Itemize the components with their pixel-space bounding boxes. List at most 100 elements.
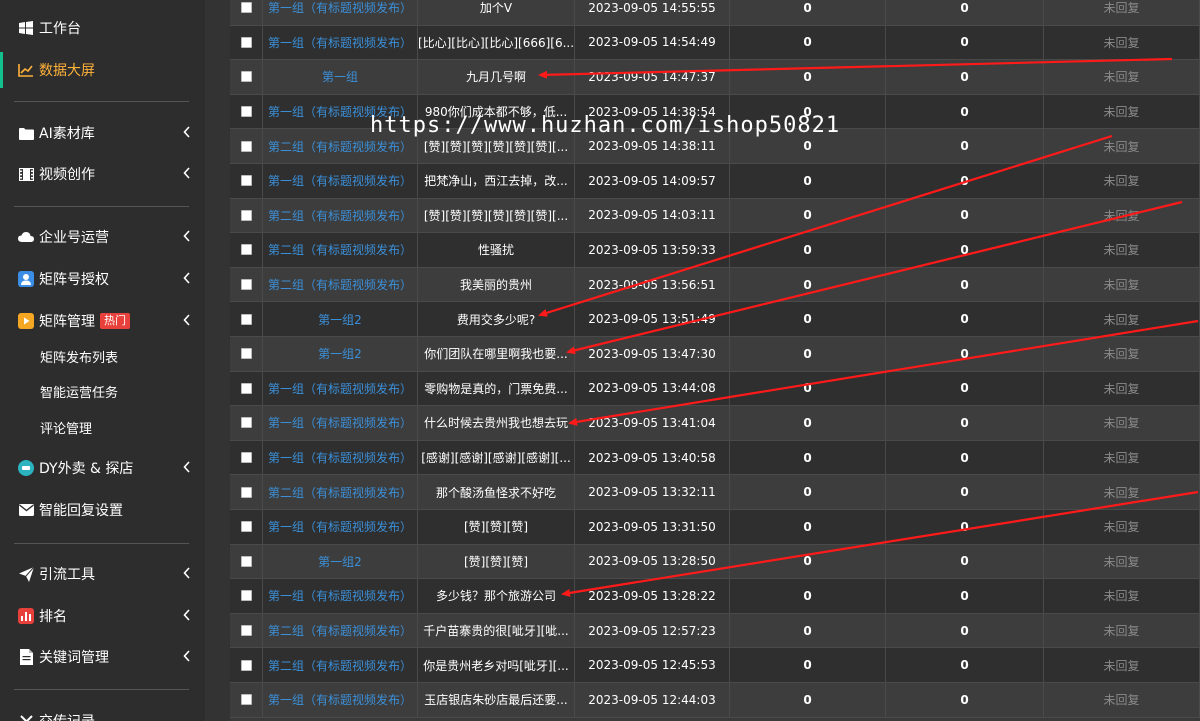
row-checkbox[interactable]: [240, 486, 252, 498]
row-checkbox[interactable]: [240, 694, 252, 706]
row-checkbox[interactable]: [240, 279, 252, 291]
nav-item-label: 企业号运营: [39, 230, 109, 246]
group-link[interactable]: 第一组（有标题视频发布）: [263, 94, 418, 130]
row-checkbox-cell: [230, 648, 263, 683]
comment-content: 性骚扰: [418, 233, 575, 268]
comment-time: 2023-09-05 13:28:22: [575, 579, 730, 614]
group-link[interactable]: 第二组（有标题视频发布）: [263, 233, 418, 268]
group-link[interactable]: 第一组2: [263, 544, 418, 580]
nav-item-label: 矩阵管理: [39, 314, 95, 330]
sub-item-matrix-publish-list[interactable]: 矩阵发布列表: [40, 349, 118, 369]
nav-item-data-screen[interactable]: 数据大屏: [0, 52, 205, 88]
row-checkbox[interactable]: [240, 140, 252, 152]
group-link[interactable]: 第一组（有标题视频发布）: [263, 164, 418, 199]
count-value: 0: [730, 0, 886, 26]
nav-item-upload-records[interactable]: 交传记录: [0, 703, 205, 721]
comment-content: 980你们成本都不够，低...: [418, 94, 575, 130]
group-link[interactable]: 第一组（有标题视频发布）: [263, 371, 418, 407]
sub-item-smart-ops-task[interactable]: 智能运营任务: [40, 384, 118, 404]
table-row: 第一组（有标题视频发布） [比心][比心][比心][666][6... 2023-0…: [230, 25, 1200, 61]
row-checkbox[interactable]: [240, 382, 252, 394]
count-value: 0: [886, 579, 1044, 614]
row-checkbox-cell: [230, 371, 263, 407]
row-checkbox[interactable]: [240, 209, 252, 221]
count-value: 0: [730, 613, 886, 649]
count-value: 0: [886, 302, 1044, 337]
row-checkbox[interactable]: [240, 659, 252, 671]
group-link[interactable]: 第一组2: [263, 302, 418, 337]
table-row: 第一组2 费用交多少呢? 2023-09-05 13:51:49 0 0 未回复: [230, 302, 1200, 337]
group-link[interactable]: 第一组（有标题视频发布）: [263, 579, 418, 614]
group-link[interactable]: 第一组（有标题视频发布）: [263, 683, 418, 718]
nav-item-keyword-manage[interactable]: 关键词管理: [0, 639, 205, 675]
count-value: 0: [730, 510, 886, 545]
group-link[interactable]: 第一组: [263, 60, 418, 95]
nav-item-ranking[interactable]: 排名: [0, 598, 205, 634]
sub-item-comment-manage[interactable]: 评论管理: [40, 420, 92, 440]
comment-content: 零购物是真的，门票免费...: [418, 371, 575, 407]
count-value: 0: [886, 613, 1044, 649]
group-link[interactable]: 第二组（有标题视频发布）: [263, 267, 418, 303]
nav-item-matrix-manage[interactable]: 矩阵管理 热门: [0, 303, 205, 339]
row-checkbox[interactable]: [240, 521, 252, 533]
nav-item-label: 排名: [39, 609, 67, 625]
table-row: 第二组（有标题视频发布） 那个酸汤鱼怪求不好吃 2023-09-05 13:32:1…: [230, 475, 1200, 510]
nav-item-matrix-auth[interactable]: 矩阵号授权: [0, 261, 205, 297]
chevron-left-icon: [183, 126, 190, 138]
chevron-left-icon: [183, 167, 190, 179]
divider: [14, 689, 189, 690]
group-link[interactable]: 第二组（有标题视频发布）: [263, 475, 418, 510]
row-checkbox[interactable]: [240, 555, 252, 567]
group-link[interactable]: 第一组（有标题视频发布）: [263, 510, 418, 545]
row-checkbox[interactable]: [240, 625, 252, 637]
group-link[interactable]: 第一组（有标题视频发布）: [263, 0, 418, 26]
nav-item-traffic-tools[interactable]: 引流工具: [0, 556, 205, 592]
group-link[interactable]: 第一组（有标题视频发布）: [263, 406, 418, 441]
group-link[interactable]: 第一组（有标题视频发布）: [263, 440, 418, 476]
group-link[interactable]: 第一组（有标题视频发布）: [263, 25, 418, 61]
row-checkbox[interactable]: [240, 417, 252, 429]
row-checkbox[interactable]: [240, 106, 252, 118]
group-link[interactable]: 第二组（有标题视频发布）: [263, 648, 418, 683]
row-checkbox[interactable]: [240, 244, 252, 256]
nav-item-smart-reply[interactable]: 智能回复设置: [0, 492, 205, 528]
row-checkbox[interactable]: [240, 313, 252, 325]
comment-time: 2023-09-05 13:31:50: [575, 510, 730, 545]
row-checkbox[interactable]: [240, 71, 252, 83]
count-value: 0: [730, 302, 886, 337]
row-checkbox-cell: [230, 613, 263, 649]
nav-item-video-creation[interactable]: 视频创作: [0, 156, 205, 192]
count-value: 0: [730, 337, 886, 372]
group-link[interactable]: 第二组（有标题视频发布）: [263, 198, 418, 234]
row-checkbox[interactable]: [240, 36, 252, 48]
chevron-left-icon: [183, 272, 190, 284]
film-icon: [18, 166, 34, 182]
nav-item-ai-library[interactable]: AI素材库: [0, 115, 205, 151]
group-link[interactable]: 第二组（有标题视频发布）: [263, 613, 418, 649]
count-value: 0: [730, 25, 886, 61]
row-checkbox-cell: [230, 60, 263, 95]
comment-content: [比心][比心][比心][666][6...: [418, 25, 575, 61]
reply-status: 未回复: [1044, 648, 1200, 683]
row-checkbox[interactable]: [240, 175, 252, 187]
row-checkbox[interactable]: [240, 348, 252, 360]
row-checkbox[interactable]: [240, 452, 252, 464]
reply-status: 未回复: [1044, 579, 1200, 614]
row-checkbox[interactable]: [240, 590, 252, 602]
row-checkbox[interactable]: [240, 2, 252, 14]
row-checkbox-cell: [230, 337, 263, 372]
group-link[interactable]: 第一组2: [263, 337, 418, 372]
nav-item-dy-delivery[interactable]: DY外卖 & 探店: [0, 450, 205, 486]
nav-item-workbench[interactable]: 工作台: [0, 10, 205, 46]
nav-item-enterprise-ops[interactable]: 企业号运营: [0, 219, 205, 255]
group-link[interactable]: 第二组（有标题视频发布）: [263, 129, 418, 164]
comment-content: [感谢][感谢][感谢][感谢][...: [418, 440, 575, 476]
reply-status: 未回复: [1044, 406, 1200, 441]
table-row: 第一组（有标题视频发布） 把梵净山，西江去掉，改... 2023-09-05 14:…: [230, 164, 1200, 199]
reply-status: 未回复: [1044, 25, 1200, 61]
count-value: 0: [730, 683, 886, 718]
nav-item-label: 关键词管理: [39, 650, 109, 666]
row-checkbox-cell: [230, 25, 263, 61]
comment-content: 玉店银店朱砂店最后还要...: [418, 683, 575, 718]
reply-status: 未回复: [1044, 613, 1200, 649]
